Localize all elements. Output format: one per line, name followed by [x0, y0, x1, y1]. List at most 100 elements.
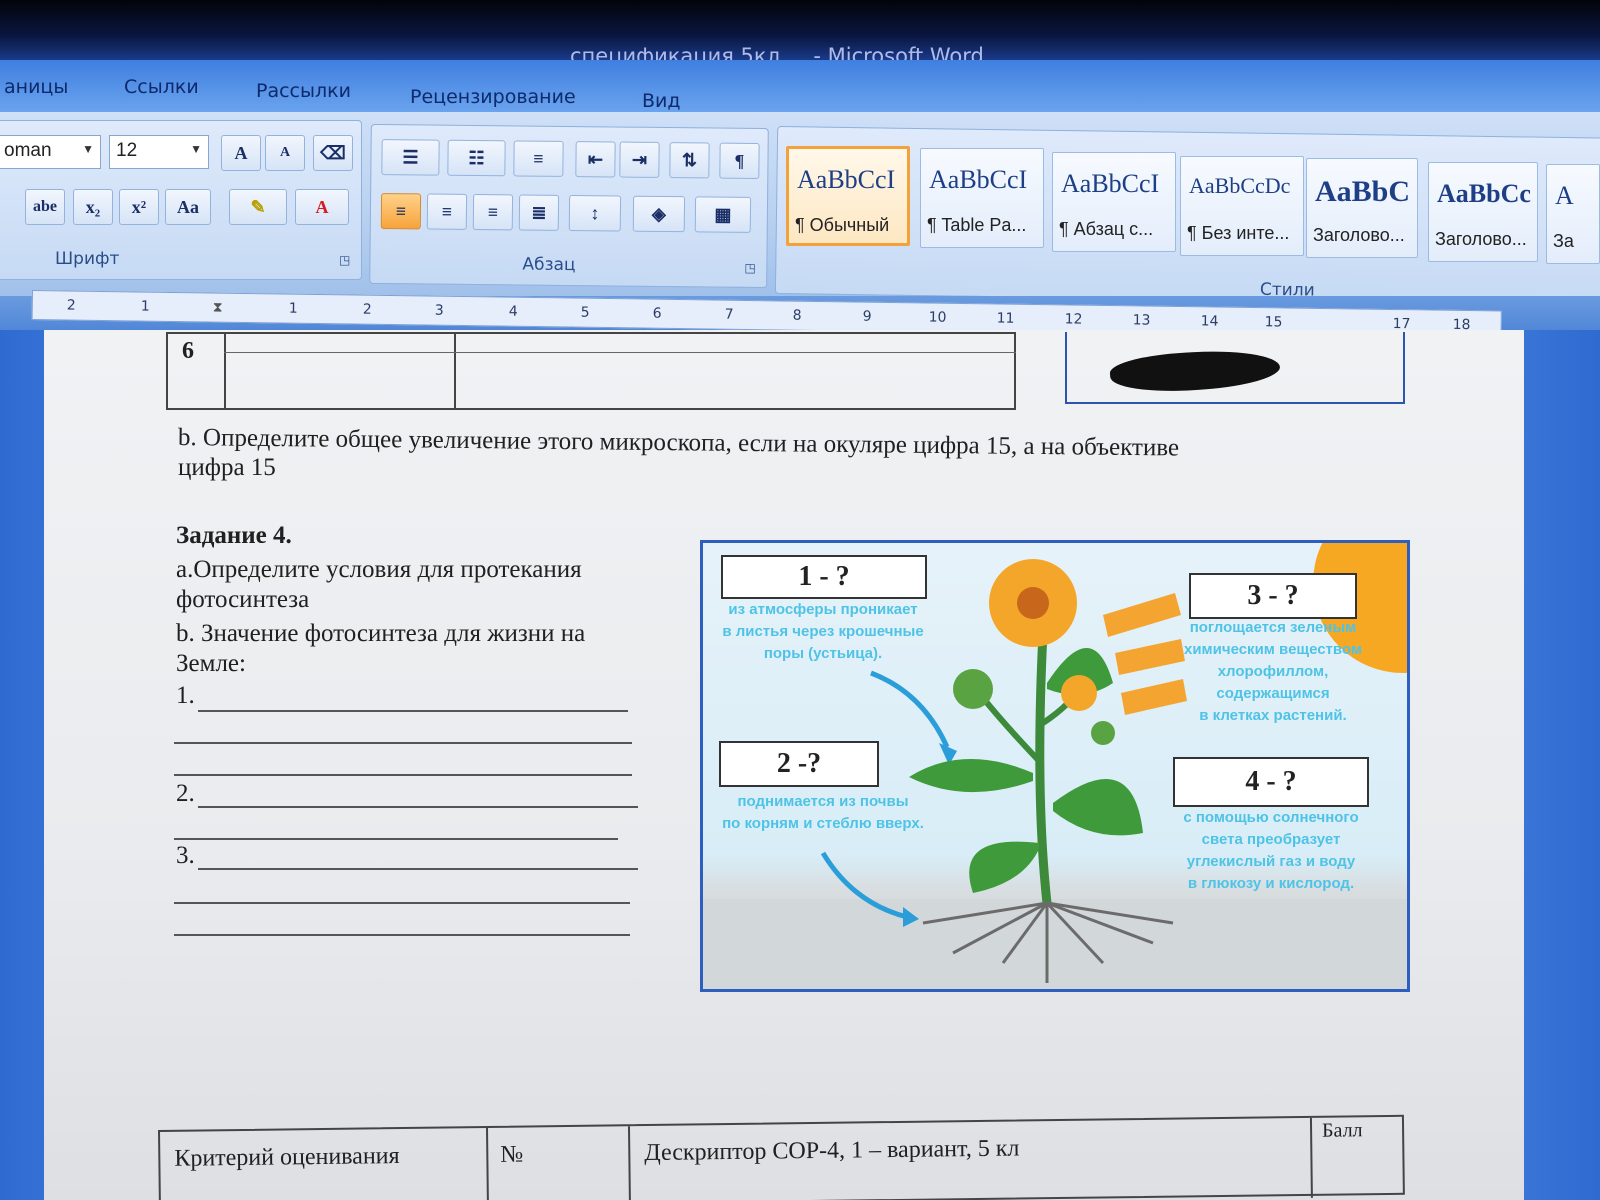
shrink-font-button[interactable]: A: [265, 135, 305, 171]
highlight-button[interactable]: ✎: [229, 189, 287, 225]
style-sample: AaBbC: [1315, 175, 1411, 208]
ruler-tick: 6: [652, 305, 662, 322]
answer-line[interactable]: [174, 742, 632, 744]
font-name-value: oman: [4, 140, 52, 161]
justify-icon: ≣: [531, 202, 547, 223]
caption-4: с помощью солнечного света преобразует у…: [1183, 809, 1359, 892]
task-b-line2: Земле:: [176, 650, 246, 677]
clear-formatting-button[interactable]: ⌫: [313, 135, 353, 171]
change-case-icon: Aa: [177, 197, 199, 217]
answer-line[interactable]: [198, 710, 628, 712]
borders-button[interactable]: ▦: [694, 196, 752, 233]
line-spacing-button[interactable]: ↕: [568, 195, 622, 232]
decrease-indent-icon: ⇤: [587, 149, 604, 170]
change-case-button[interactable]: Aa: [165, 189, 211, 225]
multilevel-list-icon: ≡: [533, 148, 544, 169]
style-name: ¶ Абзац с...: [1059, 219, 1154, 239]
style-list-paragraph[interactable]: AaBbCcI ¶ Абзац с...: [1052, 152, 1176, 252]
arrow-icon: [870, 670, 950, 749]
question-box-2: 2 -?: [719, 741, 879, 787]
descriptor-column-header: Дескриптор СОР-4, 1 – вариант, 5 кл: [644, 1135, 1020, 1167]
grow-font-button[interactable]: A: [221, 135, 261, 171]
indent-marker-icon[interactable]: ⧗: [213, 300, 223, 316]
bullets-button[interactable]: ☰: [381, 139, 440, 176]
style-sample: AaBbCcI: [929, 165, 1028, 194]
tab-references[interactable]: Ссылки: [124, 76, 199, 98]
align-left-button[interactable]: ≡: [380, 193, 422, 230]
chevron-down-icon[interactable]: ▼: [190, 142, 202, 156]
chevron-down-icon[interactable]: ▼: [82, 142, 94, 156]
sort-az-icon: ⇅: [681, 150, 698, 171]
decrease-indent-button[interactable]: ⇤: [575, 141, 616, 178]
style-name: ¶ Table Pa...: [927, 215, 1027, 235]
superscript-button[interactable]: x²: [119, 189, 159, 225]
ruler-tick: 2: [362, 301, 372, 318]
style-name: ¶ Обычный: [795, 215, 890, 235]
answer-2-label: 2.: [176, 780, 195, 807]
show-marks-button[interactable]: ¶: [719, 142, 760, 179]
line-spacing-icon: ↕: [590, 203, 600, 224]
style-normal[interactable]: AaBbCcI ¶ Обычный: [786, 146, 910, 246]
answer-line[interactable]: [198, 806, 638, 808]
caption-2: поднимается из почвы по корням и стеблю …: [722, 793, 924, 832]
increase-indent-button[interactable]: ⇥: [619, 141, 660, 178]
tab-review[interactable]: Рецензирование: [410, 86, 576, 108]
pilcrow-icon: ¶: [734, 150, 745, 171]
answer-line[interactable]: [198, 868, 638, 870]
sort-button[interactable]: ⇅: [669, 142, 710, 179]
question-box-4: 4 - ?: [1173, 757, 1369, 807]
style-heading-1[interactable]: AaBbC Заголово...: [1306, 158, 1418, 258]
ruler-tick: 7: [724, 306, 734, 323]
style-no-spacing[interactable]: AaBbCcDc ¶ Без инте...: [1180, 156, 1304, 256]
ruler-tick: 4: [508, 303, 518, 320]
dialog-launcher-icon[interactable]: ◳: [339, 253, 350, 267]
style-name: За: [1553, 231, 1574, 251]
paragraph-group: ☰ ☷ ≡ ⇤ ⇥ ⇅ ¶ ≡ ≡ ≡ ≣ ↕ ◈ ▦ Абзац ◳: [369, 123, 769, 289]
ruler-tick: 1: [288, 300, 298, 317]
question-box-1: 1 - ?: [721, 555, 927, 599]
shading-button[interactable]: ◈: [632, 195, 686, 233]
subscript-button[interactable]: x₂: [73, 189, 113, 225]
font-size-value: 12: [116, 140, 138, 161]
table-row-number: 6: [182, 338, 194, 364]
bud-shape: [953, 669, 993, 709]
style-table-paragraph[interactable]: AaBbCcI ¶ Table Pa...: [920, 148, 1044, 248]
answer-line[interactable]: [174, 838, 618, 840]
task-a-line2: фотосинтеза: [176, 586, 310, 613]
multilevel-list-button[interactable]: ≡: [513, 140, 564, 177]
criteria-table-header: Критерий оценивания № Дескриптор СОР-4, …: [158, 1114, 1405, 1200]
style-sample: AaBbCcDc: [1189, 173, 1291, 198]
ruler-tick: 15: [1264, 314, 1283, 331]
flower-shape: [1061, 675, 1097, 711]
ruler-tick: 8: [792, 307, 802, 324]
style-sample: AaBbCcI: [797, 165, 896, 194]
style-sample: A: [1555, 181, 1574, 210]
font-name-combo[interactable]: oman ▼: [0, 135, 101, 169]
style-title[interactable]: A За: [1546, 164, 1600, 264]
font-group-label: Шрифт: [55, 249, 120, 269]
align-right-button[interactable]: ≡: [472, 193, 514, 231]
justify-button[interactable]: ≣: [518, 194, 560, 231]
answer-1-label: 1.: [176, 682, 195, 709]
style-heading-2[interactable]: AaBbCc Заголово...: [1428, 162, 1538, 262]
tab-page-layout[interactable]: аницы: [4, 76, 68, 98]
dialog-launcher-icon[interactable]: ◳: [744, 261, 755, 275]
font-size-combo[interactable]: 12 ▼: [109, 135, 209, 169]
style-sample: AaBbCc: [1437, 179, 1531, 208]
align-center-button[interactable]: ≡: [426, 193, 468, 230]
numbered-list-icon: ☷: [468, 147, 485, 169]
tab-view[interactable]: Вид: [642, 90, 681, 112]
tab-mailings[interactable]: Рассылки: [256, 80, 351, 102]
sun-ray: [1115, 639, 1185, 675]
answer-line[interactable]: [174, 934, 630, 936]
caption-3: поглощается зеленым химическим веществом…: [1183, 619, 1362, 724]
task-b-line1: b. Значение фотосинтеза для жизни на: [176, 620, 586, 647]
numbering-button[interactable]: ☷: [447, 139, 506, 177]
font-color-button[interactable]: A: [295, 189, 349, 225]
strikethrough-button[interactable]: abe: [25, 189, 65, 225]
ruler-tick: 11: [996, 310, 1015, 327]
answer-line[interactable]: [174, 902, 630, 904]
answer-line[interactable]: [174, 774, 632, 776]
style-name: Заголово...: [1313, 225, 1405, 245]
number-column-header: №: [500, 1141, 524, 1168]
